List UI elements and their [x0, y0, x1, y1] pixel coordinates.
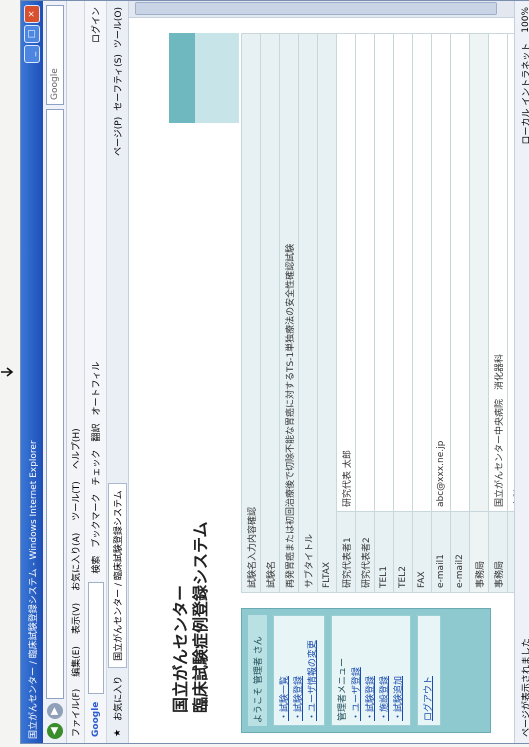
vertical-scrollbar[interactable] — [129, 1, 514, 18]
form-row-label: FLTAX — [317, 33, 337, 593]
form-header: 試験名入力内容確認 — [241, 33, 261, 593]
link-trial-register[interactable]: ・試験登録 — [292, 620, 306, 721]
form-field-value — [450, 33, 470, 512]
form-row: 事務局 — [469, 33, 489, 593]
admin-menu: 管理者メニュー ・ユーザ登録 ・試験登録 ・施設登録 ・試験追加 — [331, 615, 411, 726]
form-field-label: 研究代表者2 — [355, 511, 375, 593]
header-decoration — [169, 33, 195, 123]
logout-box: ログアウト — [417, 615, 441, 726]
form-row: サブタイトル — [298, 33, 318, 593]
site-title-line2: 臨床試験症例登録システム — [191, 521, 210, 713]
status-text: ページが表示されました — [522, 638, 529, 737]
form-field-value: 国立がんセンター中央病院 消化器科 — [488, 33, 508, 512]
form-field-value — [412, 33, 432, 512]
menu-tools[interactable]: ツール(T) — [69, 481, 82, 521]
user-menu: ・試験一覧 ・試験登録 ・ユーザ情報の変更 — [273, 615, 325, 726]
title-bar: 国立がんセンター / 臨床試験登録システム - Windows Internet… — [21, 1, 43, 743]
tab-current[interactable]: 国立がんセンター / 臨床試験登録システム — [108, 483, 127, 668]
form-field-label: TEL1 — [374, 511, 394, 593]
form-row: 再発胃癌または初回治療後で切除不能な胃癌に対するTS-1単独療法の安全性確認試験 — [279, 33, 299, 593]
form-field-value: 研究代表 太郎 — [336, 33, 356, 512]
google-item-translate[interactable]: 翻訳 — [89, 424, 102, 442]
google-toolbar: Google 検索 ブックマーク チェック 翻訳 オートフィル ログイン — [85, 1, 107, 743]
form-field-label: e-mail2 — [450, 511, 470, 593]
form-field-label: 事務局 — [488, 511, 508, 593]
site-title: 国立がんセンター 臨床試験症例登録システム — [171, 521, 211, 713]
google-item-search[interactable]: 検索 — [89, 556, 102, 574]
favorites-bar: ★ お気に入り 国立がんセンター / 臨床試験登録システム ページ(P) セーフ… — [107, 1, 129, 743]
form-row: 研究代表者2 — [355, 33, 375, 593]
page-content: 国立がんセンター 臨床試験症例登録システム ようこそ 管理者 さん ・試験一覧 … — [129, 25, 529, 743]
address-bar: ◀ ▶ Google — [43, 1, 67, 743]
form-field-label: e-mail1 — [431, 511, 451, 593]
form-row-label: サブタイトル — [298, 33, 318, 593]
link-facility-register[interactable]: ・施設登録 — [378, 620, 392, 721]
menu-edit[interactable]: 編集(E) — [69, 646, 82, 677]
tools-menu[interactable]: ツール(O) — [111, 7, 124, 48]
form-row: 研究代表者1 研究代表 太郎 — [336, 33, 356, 593]
confirmation-form: 試験名入力内容確認 試験名 再発胃癌または初回治療後で切除不能な胃癌に対するTS-… — [241, 33, 529, 593]
form-row: e-mail1 abc@xxx.ne.jp — [431, 33, 451, 593]
form-field-value — [374, 33, 394, 512]
form-row: FAX — [412, 33, 432, 593]
url-input[interactable] — [45, 109, 64, 699]
browser-window: 国立がんセンター / 臨床試験登録システム - Windows Internet… — [20, 0, 529, 744]
google-item-bookmark[interactable]: ブックマーク — [89, 494, 102, 548]
form-row: FLTAX — [317, 33, 337, 593]
greeting: ようこそ 管理者 さん — [248, 615, 267, 726]
form-field-value: abc@xxx.ne.jp — [431, 33, 451, 512]
form-field-label: 研究代表者1 — [336, 511, 356, 593]
admin-menu-label: 管理者メニュー — [338, 657, 348, 721]
link-user-info[interactable]: ・ユーザ情報の変更 — [306, 620, 320, 721]
sidebar: ようこそ 管理者 さん ・試験一覧 ・試験登録 ・ユーザ情報の変更 管理者メニュ… — [241, 608, 491, 733]
status-bar: ページが表示されました ローカル イントラネット 100% — [514, 1, 529, 743]
link-trial-list[interactable]: ・試験一覧 — [278, 620, 292, 721]
menu-file[interactable]: ファイル(F) — [69, 689, 82, 737]
form-field-value — [393, 33, 413, 512]
logout-link[interactable]: ログアウト — [422, 620, 436, 721]
menu-favorites[interactable]: お気に入り(A) — [69, 533, 82, 591]
zoom-level[interactable]: 100% — [521, 7, 529, 33]
google-item-check[interactable]: チェック — [89, 450, 102, 486]
google-label: Google — [90, 701, 101, 737]
google-login[interactable]: ログイン — [89, 7, 102, 43]
menu-bar: ファイル(F) 編集(E) 表示(V) お気に入り(A) ツール(T) ヘルプ(… — [67, 1, 85, 743]
form-field-value — [355, 33, 375, 512]
form-field-value — [469, 33, 489, 512]
page-menu[interactable]: ページ(P) — [111, 117, 124, 156]
form-row: 試験名 — [260, 33, 280, 593]
google-item-autofill[interactable]: オートフィル — [89, 362, 102, 416]
forward-icon[interactable]: ▶ — [46, 703, 63, 719]
form-row: TEL2 — [393, 33, 413, 593]
link-trial-add[interactable]: ・試験追加 — [392, 620, 406, 721]
favorites-label[interactable]: お気に入り — [111, 676, 124, 721]
site-title-line1: 国立がんセンター — [171, 584, 190, 713]
star-icon[interactable]: ★ — [113, 729, 123, 737]
menu-help[interactable]: ヘルプ(H) — [69, 428, 82, 469]
form-row: e-mail2 — [450, 33, 470, 593]
link-user-register[interactable]: ・ユーザ登録 — [350, 620, 364, 721]
menu-view[interactable]: 表示(V) — [69, 603, 82, 634]
form-field-label: 事務局 — [469, 511, 489, 593]
form-row: TEL1 — [374, 33, 394, 593]
minimize-button[interactable]: _ — [24, 45, 40, 63]
form-row-label: 再発胃癌または初回治療後で切除不能な胃癌に対するTS-1単独療法の安全性確認試験 — [279, 33, 299, 593]
form-field-label: TEL2 — [393, 511, 413, 593]
link-admin-trial[interactable]: ・試験登録 — [364, 620, 378, 721]
safety-menu[interactable]: セーフティ(S) — [111, 54, 124, 111]
google-search-input[interactable] — [87, 581, 104, 694]
search-input[interactable]: Google — [45, 5, 64, 105]
form-field-label: FAX — [412, 511, 432, 593]
maximize-button[interactable]: □ — [24, 25, 40, 43]
window-title: 国立がんセンター / 臨床試験登録システム - Windows Internet… — [28, 440, 39, 739]
header-decoration-light — [195, 33, 239, 123]
close-button[interactable]: × — [24, 5, 40, 23]
security-zone: ローカル イントラネット — [522, 42, 529, 145]
form-row-label: 試験名 — [260, 33, 280, 593]
pointer-arrow-icon — [1, 367, 14, 377]
form-row: 事務局 国立がんセンター中央病院 消化器科 — [488, 33, 508, 593]
back-icon[interactable]: ◀ — [46, 723, 63, 739]
